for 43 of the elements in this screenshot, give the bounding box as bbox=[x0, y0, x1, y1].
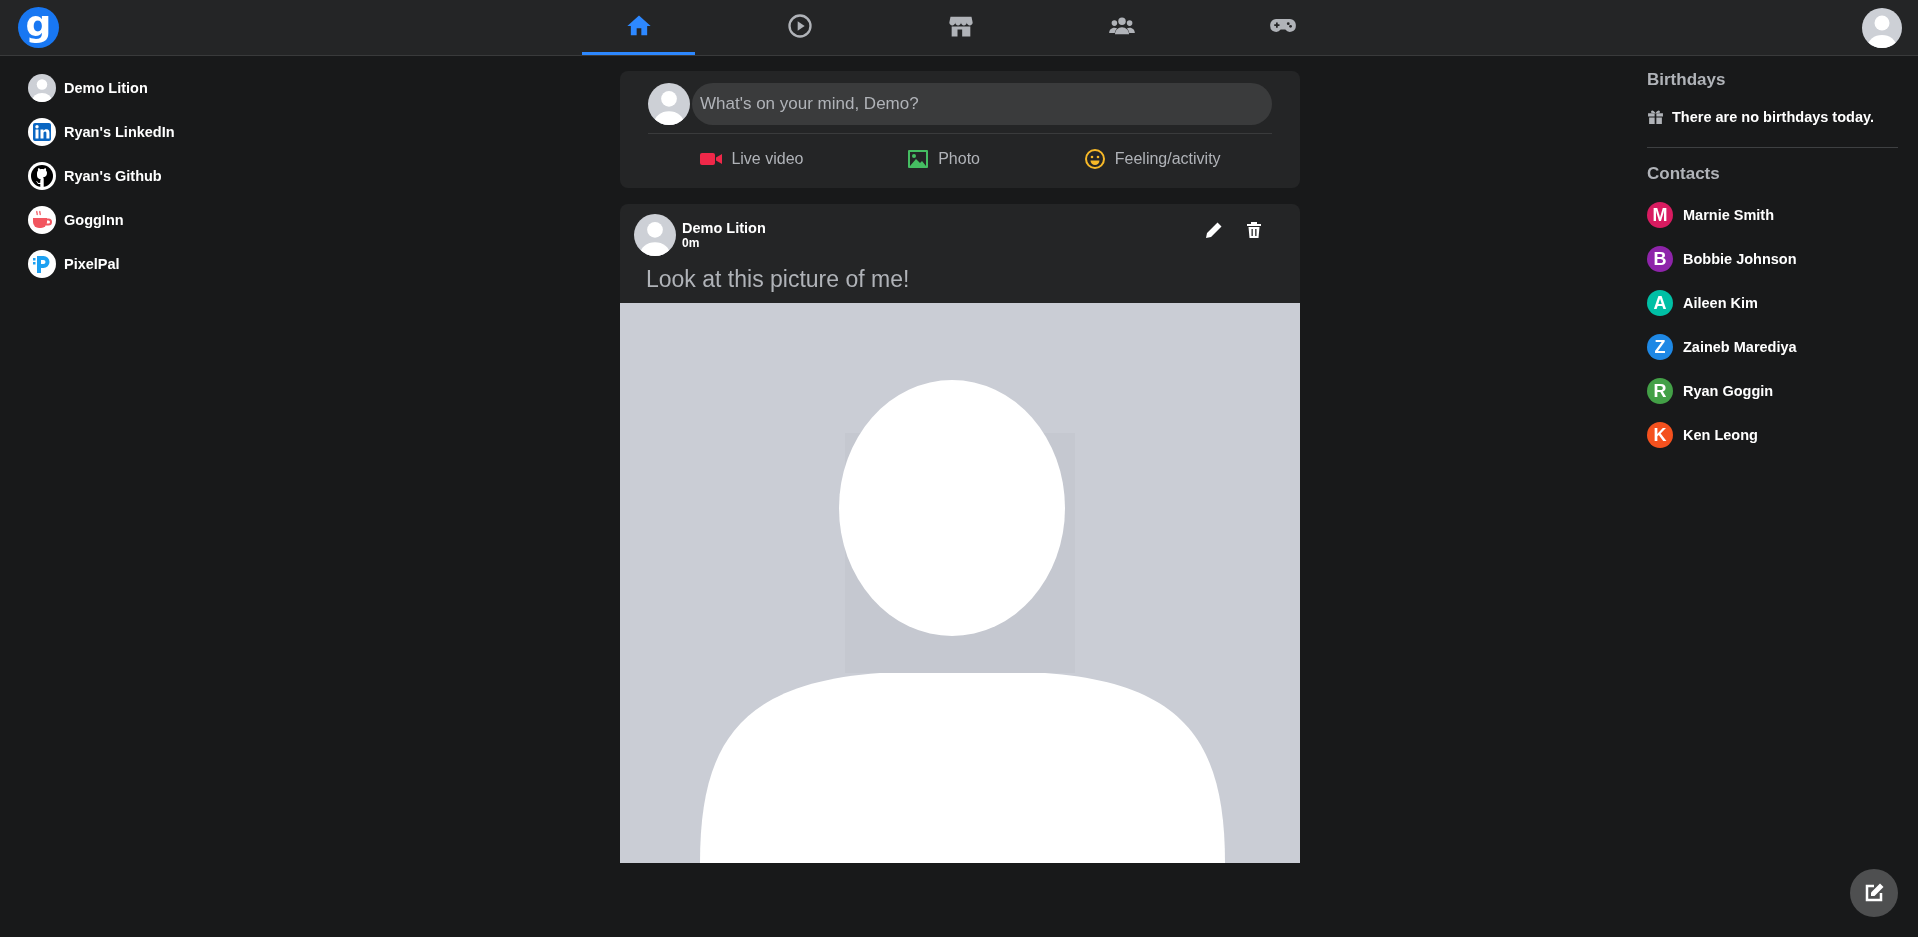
birthday-message: There are no birthdays today. bbox=[1672, 108, 1874, 125]
sidebar-link[interactable]: Demo Lition bbox=[64, 80, 148, 96]
avatar bbox=[28, 74, 56, 102]
smiley-icon bbox=[1082, 148, 1107, 170]
contact-name[interactable]: Ken Leong bbox=[1683, 427, 1758, 443]
contact-name[interactable]: Aileen Kim bbox=[1683, 295, 1758, 311]
pencil-icon[interactable] bbox=[1204, 220, 1224, 240]
trash-icon[interactable] bbox=[1244, 220, 1264, 240]
contact-avatar: K bbox=[1647, 422, 1673, 448]
contact-avatar: Z bbox=[1647, 334, 1673, 360]
logo[interactable]: g bbox=[18, 7, 59, 48]
contact-avatar: A bbox=[1647, 290, 1673, 316]
image-icon bbox=[906, 148, 931, 170]
github-icon bbox=[28, 162, 56, 190]
compose-button[interactable] bbox=[1850, 869, 1898, 917]
sidebar-link[interactable]: GoggInn bbox=[64, 212, 124, 228]
composer-action[interactable]: Live video bbox=[685, 140, 818, 178]
p-letter-icon bbox=[28, 250, 56, 278]
sidebar-link[interactable]: Ryan's LinkedIn bbox=[64, 124, 175, 140]
profile-avatar[interactable] bbox=[1862, 7, 1902, 48]
section-heading: Birthdays bbox=[1647, 70, 1727, 90]
contact-name[interactable]: Ryan Goggin bbox=[1683, 383, 1774, 399]
post-input[interactable]: What's on your mind, Demo? bbox=[692, 83, 1272, 125]
section-heading: Contacts bbox=[1647, 164, 1721, 184]
sidebar-link[interactable]: Ryan's Github bbox=[64, 168, 162, 184]
coffee-cup-icon bbox=[28, 206, 56, 234]
linkedin-icon bbox=[28, 118, 56, 146]
post-time: 0m bbox=[682, 236, 701, 250]
gift-icon bbox=[1647, 108, 1664, 125]
author-name[interactable]: Demo Lition bbox=[682, 220, 1198, 236]
composer-action[interactable]: Feeling/activity bbox=[1068, 140, 1235, 178]
author-avatar bbox=[634, 214, 676, 256]
contact-avatar: B bbox=[1647, 246, 1673, 272]
sidebar-link[interactable]: PixelPal bbox=[64, 256, 120, 272]
composer-action[interactable]: Photo bbox=[892, 140, 994, 178]
contact-name[interactable]: Marnie Smith bbox=[1683, 207, 1775, 223]
contact-avatar: R bbox=[1647, 378, 1673, 404]
post-text: Look at this picture of me! bbox=[645, 265, 911, 294]
user-avatar bbox=[648, 83, 690, 125]
contact-name[interactable]: Bobbie Johnson bbox=[1683, 251, 1797, 267]
play-icon bbox=[785, 12, 814, 40]
contact-name[interactable]: Zaineb Marediya bbox=[1683, 339, 1797, 355]
contact-avatar: M bbox=[1647, 202, 1673, 228]
